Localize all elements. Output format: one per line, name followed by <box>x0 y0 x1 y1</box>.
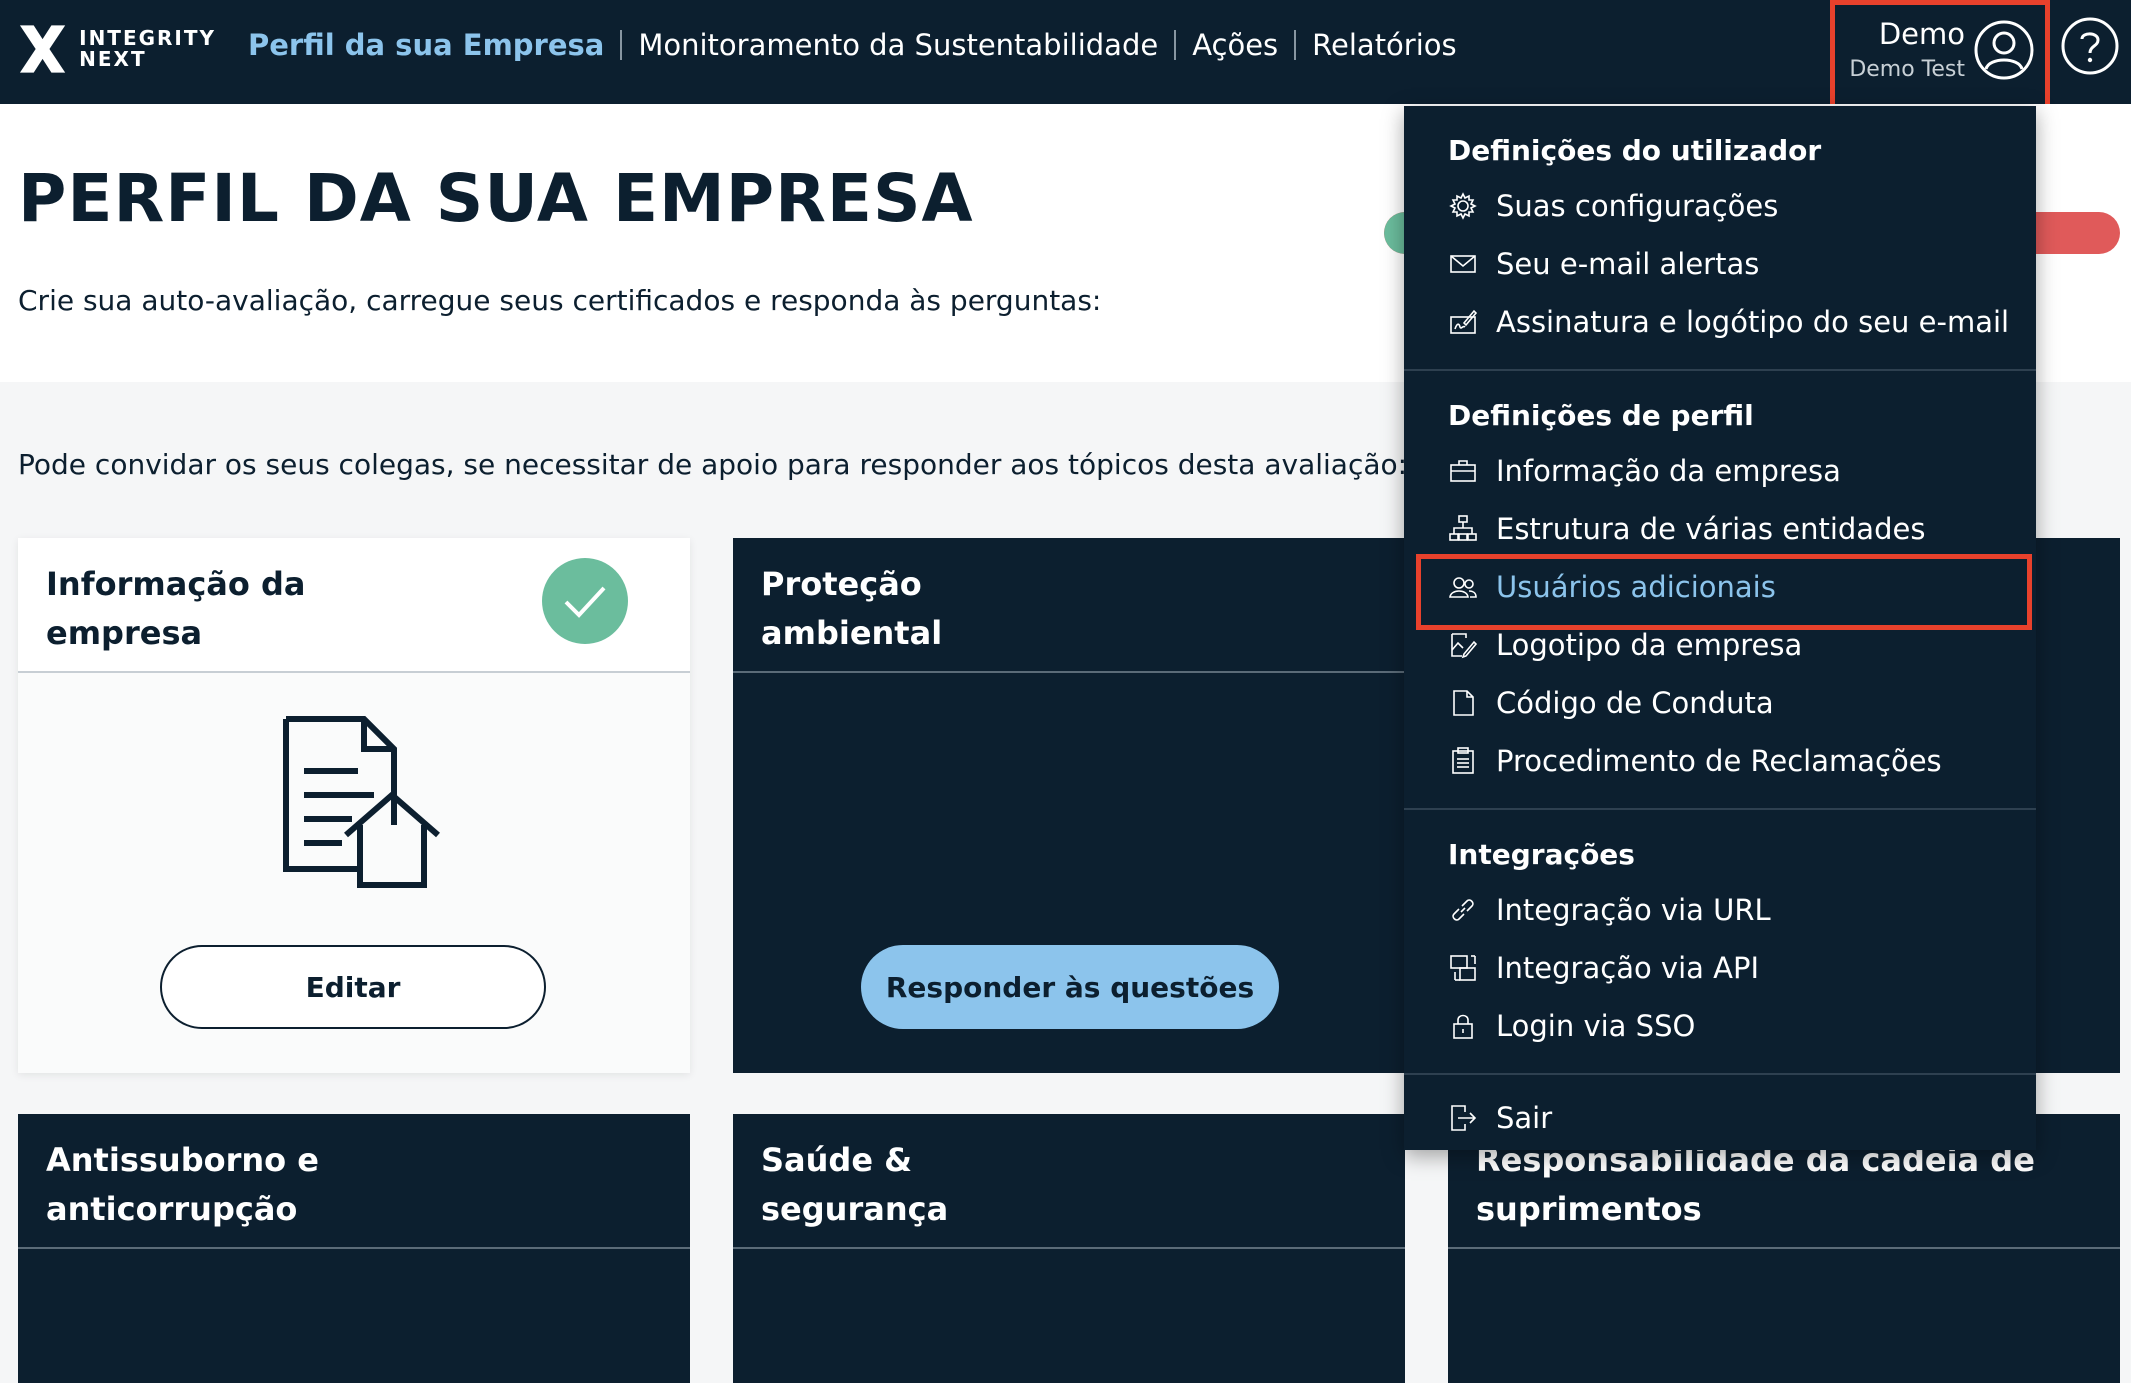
card-title: Proteção ambiental <box>761 565 943 652</box>
answer-questions-button[interactable]: Responder às questões <box>861 945 1279 1029</box>
menu-item-email-signature[interactable]: Assinatura e logótipo do seu e-mail <box>1404 293 2036 351</box>
integrity-next-logo[interactable]: INTEGRITY NEXT <box>16 14 216 84</box>
signature-icon <box>1448 307 1478 337</box>
document-icon <box>1448 688 1478 718</box>
menu-item-label: Procedimento de Reclamações <box>1496 744 1942 778</box>
gear-icon <box>1448 191 1478 221</box>
image-edit-icon <box>1448 630 1478 660</box>
menu-heading: Integrações <box>1448 838 1635 871</box>
nav-separator <box>620 30 623 60</box>
menu-heading: Definições do utilizador <box>1448 134 1822 167</box>
card-header: Saúde & segurança <box>733 1114 1405 1249</box>
menu-item-company-logo[interactable]: Logotipo da empresa <box>1404 616 2036 674</box>
card-company-information: Informação da empresa Editar <box>18 538 690 1073</box>
card-header: Antissuborno e anticorrupção <box>18 1114 690 1249</box>
logo-line-2: NEXT <box>79 47 147 71</box>
page-title: PERFIL DA SUA EMPRESA <box>18 160 974 237</box>
menu-section-user-settings: Definições do utilizador Suas configuraç… <box>1404 106 2036 371</box>
clipboard-icon <box>1448 746 1478 776</box>
menu-item-label: Suas configurações <box>1496 189 1779 223</box>
menu-item-email-alerts[interactable]: Seu e-mail alertas <box>1404 235 2036 293</box>
nav-sustainability-monitoring[interactable]: Monitoramento da Sustentabilidade <box>638 28 1158 62</box>
briefcase-icon <box>1448 456 1478 486</box>
user-dropdown-menu: Definições do utilizador Suas configuraç… <box>1404 106 2036 1150</box>
menu-section-integrations: Integrações Integração via URL Integraçã… <box>1404 810 2036 1075</box>
menu-item-label: Sair <box>1496 1101 1553 1135</box>
menu-item-company-information[interactable]: Informação da empresa <box>1404 442 2036 500</box>
card-anti-bribery: Antissuborno e anticorrupção <box>18 1114 690 1383</box>
logo-x-icon <box>19 25 66 73</box>
menu-item-label: Integração via URL <box>1496 893 1771 927</box>
users-icon <box>1448 572 1478 602</box>
edit-button[interactable]: Editar <box>160 945 546 1029</box>
menu-section-profile-settings: Definições de perfil Informação da empre… <box>1404 371 2036 810</box>
completed-check-icon <box>542 558 628 644</box>
menu-item-code-of-conduct[interactable]: Código de Conduta <box>1404 674 2036 732</box>
menu-item-sso-login[interactable]: Login via SSO <box>1404 997 2036 1055</box>
logo-wordmark: INTEGRITY NEXT <box>79 28 216 70</box>
nav-separator <box>1174 30 1177 60</box>
nav-reports[interactable]: Relatórios <box>1312 28 1456 62</box>
menu-heading: Definições de perfil <box>1448 399 1754 432</box>
help-icon[interactable] <box>2060 16 2120 76</box>
hierarchy-icon <box>1448 514 1478 544</box>
invite-colleagues-text: Pode convidar os seus colegas, se necess… <box>18 448 1408 481</box>
menu-item-label: Estrutura de várias entidades <box>1496 512 1926 546</box>
menu-item-your-settings[interactable]: Suas configurações <box>1404 177 2036 235</box>
card-environmental-protection: Proteção ambiental Responder às questões <box>733 538 1405 1073</box>
nav-separator <box>1294 30 1297 60</box>
card-title: Informação da empresa <box>46 565 306 652</box>
lock-icon <box>1448 1011 1478 1041</box>
menu-item-label: Logotipo da empresa <box>1496 628 1803 662</box>
menu-item-label: Usuários adicionais <box>1496 570 1776 604</box>
card-health-safety: Saúde & segurança <box>733 1114 1405 1383</box>
menu-item-label: Seu e-mail alertas <box>1496 247 1760 281</box>
menu-item-label: Código de Conduta <box>1496 686 1774 720</box>
menu-item-complaints-procedure[interactable]: Procedimento de Reclamações <box>1404 732 2036 790</box>
logo-line-1: INTEGRITY <box>79 26 216 50</box>
user-company: Demo Test <box>1849 57 1965 82</box>
main-nav: Perfil da sua Empresa Monitoramento da S… <box>248 0 1457 90</box>
card-body: Responder às questões <box>733 673 1405 1073</box>
menu-item-additional-users[interactable]: Usuários adicionais <box>1404 554 2036 630</box>
document-house-icon <box>283 716 440 888</box>
user-info: Demo Demo Test <box>1849 17 1965 82</box>
api-icon <box>1448 953 1478 983</box>
card-header: Informação da empresa <box>18 538 690 673</box>
mail-icon <box>1448 249 1478 279</box>
page-subtitle: Crie sua auto-avaliação, carregue seus c… <box>18 284 1102 317</box>
nav-company-profile[interactable]: Perfil da sua Empresa <box>248 28 604 62</box>
menu-item-url-integration[interactable]: Integração via URL <box>1404 881 2036 939</box>
link-icon <box>1448 895 1478 925</box>
user-name: Demo <box>1878 17 1965 51</box>
menu-item-label: Assinatura e logótipo do seu e-mail <box>1496 305 2010 339</box>
menu-item-label: Integração via API <box>1496 951 1760 985</box>
card-title: Saúde & segurança <box>761 1141 949 1228</box>
nav-actions[interactable]: Ações <box>1192 28 1278 62</box>
user-menu-button[interactable]: Demo Demo Test <box>1830 0 2050 110</box>
menu-section-logout: Sair <box>1404 1075 2036 1165</box>
card-body: Editar <box>18 673 690 1073</box>
user-avatar-icon <box>1974 20 2034 80</box>
card-title: Antissuborno e anticorrupção <box>46 1141 319 1228</box>
menu-item-label: Informação da empresa <box>1496 454 1841 488</box>
menu-item-multi-entity-structure[interactable]: Estrutura de várias entidades <box>1404 500 2036 558</box>
menu-item-label: Login via SSO <box>1496 1009 1696 1043</box>
top-navigation-bar: INTEGRITY NEXT Perfil da sua Empresa Mon… <box>0 0 2131 110</box>
logout-icon <box>1448 1103 1478 1133</box>
menu-item-logout[interactable]: Sair <box>1404 1089 2036 1147</box>
card-header: Proteção ambiental <box>733 538 1405 673</box>
menu-item-api-integration[interactable]: Integração via API <box>1404 939 2036 997</box>
